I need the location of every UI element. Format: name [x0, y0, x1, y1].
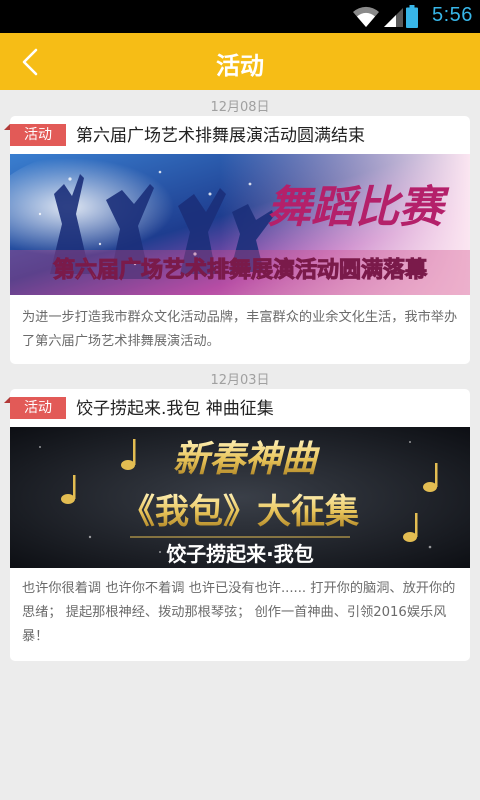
banner-headline: 新春神曲: [173, 439, 321, 480]
activity-tag: 活动: [4, 124, 66, 146]
banner-footer: 饺子捞起来·我包: [166, 542, 314, 566]
activity-card[interactable]: 活动 饺子捞起来.我包 神曲征集 新春神曲 《我包》大征集 饺子捞起来·我包 也…: [4, 389, 470, 661]
activity-description: 也许你很着调 也许你不着调 也许已没有也许...... 打开你的脑洞、放开你的思…: [22, 581, 456, 644]
activity-banner-image: 舞蹈比赛 第六届广场艺术排舞展演活动圆满落幕: [10, 154, 470, 295]
activity-title: 第六届广场艺术排舞展演活动圆满结束: [76, 126, 365, 146]
activity-description: 为进一步打造我市群众文化活动品牌，丰富群众的业余文化生活，我市举办了第六届广场艺…: [22, 310, 458, 349]
wifi-icon: [353, 6, 379, 27]
activity-title: 饺子捞起来.我包 神曲征集: [76, 399, 274, 419]
banner-caption: 第六届广场艺术排舞展演活动圆满落幕: [53, 257, 428, 283]
status-bar: 5:56: [0, 0, 480, 33]
activity-date: 12月08日: [210, 100, 270, 115]
page-title: 活动: [216, 52, 264, 80]
activity-date: 12月03日: [210, 373, 270, 388]
battery-icon: [406, 5, 418, 28]
banner-subtitle: 《我包》大征集: [121, 492, 359, 532]
activity-tag: 活动: [4, 397, 66, 419]
activity-card[interactable]: 活动 第六届广场艺术排舞展演活动圆满结束 舞蹈比赛 第六届广场艺术排舞展演活动圆…: [4, 116, 470, 364]
header-bar: 活动: [0, 33, 480, 90]
signal-icon: [384, 8, 403, 27]
banner-art-title: 舞蹈比赛: [267, 182, 450, 233]
activity-banner-image: 新春神曲 《我包》大征集 饺子捞起来·我包: [10, 427, 470, 568]
clock-time: 5:56: [432, 4, 473, 26]
